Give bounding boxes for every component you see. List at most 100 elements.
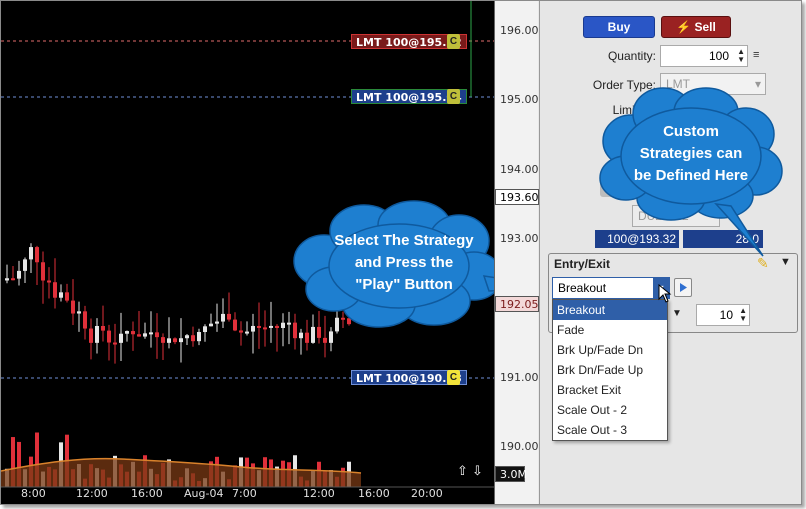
candle-body — [11, 278, 15, 281]
chevron-down-icon[interactable]: ▼ — [672, 308, 682, 319]
candle-body — [47, 280, 51, 283]
play-icon — [680, 283, 687, 292]
time-tick: 16:00 — [358, 487, 390, 500]
scroll-down-icon[interactable]: ⇩ — [472, 463, 483, 479]
candle-body — [323, 337, 327, 343]
callout-line: Custom — [663, 123, 719, 140]
candle-body — [263, 327, 267, 330]
candle-body — [137, 334, 141, 337]
strategy-option[interactable]: Scale Out - 3 — [553, 420, 667, 440]
candle-body — [251, 325, 255, 332]
candle-body — [305, 332, 309, 343]
candle-body — [299, 332, 303, 339]
strategy-option[interactable]: Fade — [553, 320, 667, 340]
candle-body — [29, 247, 33, 260]
strategy-count-stepper[interactable]: 10 ▲ ▼ — [696, 304, 750, 326]
callout-line: and Press the — [354, 254, 454, 271]
candle-body — [41, 262, 45, 281]
time-tick: Aug-04 — [184, 487, 224, 500]
quantity-value: 100 — [708, 49, 729, 63]
time-tick: 16:00 — [131, 487, 163, 500]
candle-body — [221, 313, 225, 322]
candle-body — [197, 332, 201, 342]
strategy-option[interactable]: Breakout — [553, 300, 667, 320]
callout-line: Select The Strategy — [334, 232, 474, 249]
candle-body — [275, 325, 279, 328]
candle-body — [149, 332, 153, 335]
price-tick: 193.00 — [500, 232, 539, 245]
candle-body — [53, 282, 57, 298]
candle-body — [245, 331, 249, 334]
play-button[interactable] — [674, 278, 692, 297]
candle-body — [269, 325, 273, 328]
strategy-option[interactable]: Brk Dn/Fade Up — [553, 360, 667, 380]
scroll-up-icon[interactable]: ⇧ — [457, 463, 468, 479]
current-price-tag: 193.60 — [495, 189, 539, 205]
marker-price-tag: 192.05 — [495, 296, 539, 312]
strategy-option[interactable]: Brk Up/Fade Dn — [553, 340, 667, 360]
candle-body — [119, 333, 123, 343]
callout-left-text: Select The Strategy and Press the "Play"… — [304, 230, 504, 296]
list-icon[interactable]: ≡ — [753, 49, 759, 61]
time-tick: 12:00 — [303, 487, 335, 500]
price-tick: 196.00 — [500, 24, 539, 37]
buy-button[interactable]: Buy — [583, 16, 655, 38]
stepper-arrows-icon[interactable]: ▲ ▼ — [737, 48, 745, 64]
strategy-option[interactable]: Bracket Exit — [553, 380, 667, 400]
candle-body — [185, 335, 189, 339]
candle-body — [59, 292, 63, 298]
candle-body — [179, 338, 183, 343]
candle-body — [107, 330, 111, 343]
price-tick: 190.00 — [500, 440, 539, 453]
order-cancel-icon[interactable]: C — [447, 370, 460, 385]
callout-right-text: Custom Strategies can be Defined Here — [606, 121, 776, 187]
time-tick: 12:00 — [76, 487, 108, 500]
order-cancel-icon[interactable]: C — [447, 34, 460, 49]
candle-body — [209, 323, 213, 327]
candle-body — [89, 328, 93, 343]
sell-button[interactable]: ⚡ Sell — [661, 16, 731, 38]
order-cancel-icon[interactable]: C — [447, 89, 460, 104]
candle-body — [95, 326, 99, 343]
callout-line: Strategies can — [639, 145, 743, 162]
callout-line: "Play" Button — [355, 276, 453, 293]
price-tick: 194.00 — [500, 163, 539, 176]
strategy-select[interactable]: Breakout ▼ — [552, 277, 670, 299]
candle-body — [65, 292, 69, 301]
time-tick: 20:00 — [411, 487, 443, 500]
lightning-icon: ⚡ — [676, 20, 692, 34]
time-tick: 8:00 — [21, 487, 46, 500]
strategy-option[interactable]: Scale Out - 2 — [553, 400, 667, 420]
stepper-arrows-icon[interactable]: ▲ ▼ — [739, 307, 747, 323]
price-tick: 191.00 — [500, 371, 539, 384]
sell-label: Sell — [694, 20, 716, 34]
candle-body — [257, 325, 261, 328]
candle-body — [203, 326, 207, 333]
candle-body — [191, 335, 195, 342]
candle-body — [77, 311, 81, 314]
callout-line: be Defined Here — [633, 167, 749, 184]
candle-body — [101, 326, 105, 331]
candle-body — [35, 247, 39, 263]
candle-body — [227, 313, 231, 320]
candle-body — [113, 342, 117, 345]
candle-body — [125, 331, 129, 334]
candle-body — [167, 338, 171, 343]
candle-body — [329, 331, 333, 343]
price-axis[interactable]: 196.00 195.00 194.00 193.00 192.00 191.0… — [494, 1, 539, 504]
strategy-value: Breakout — [558, 281, 607, 295]
price-tick: 195.00 — [500, 93, 539, 106]
candle-body — [155, 332, 159, 338]
candle-body — [23, 259, 27, 271]
mouse-cursor-icon — [658, 284, 672, 303]
candle-body — [131, 331, 135, 335]
candle-body — [5, 278, 9, 281]
candle-body — [215, 321, 219, 324]
strategy-dropdown: Breakout Fade Brk Up/Fade Dn Brk Dn/Fade… — [552, 299, 668, 441]
quantity-label: Quantity: — [607, 49, 656, 63]
candle-body — [233, 319, 237, 331]
candle-body — [239, 330, 243, 333]
quantity-stepper[interactable]: 100 ▲ ▼ — [660, 45, 748, 67]
candle-body — [173, 338, 177, 343]
candle-body — [143, 333, 147, 337]
